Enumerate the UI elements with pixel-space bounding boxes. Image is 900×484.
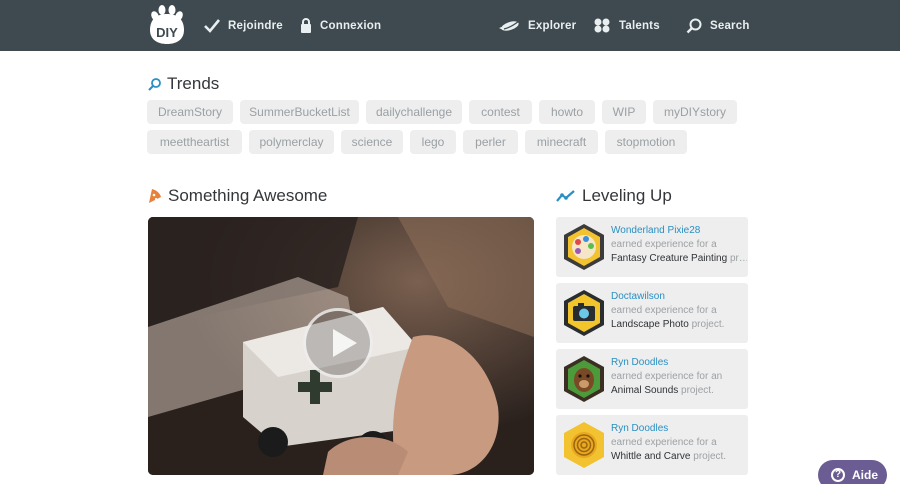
nav-search[interactable]: Search <box>686 0 750 51</box>
help-button[interactable]: ? Aide <box>818 460 887 484</box>
card-user-link[interactable]: Wonderland Pixie28 <box>611 224 747 238</box>
wood-rings-badge-icon <box>564 422 604 468</box>
leveling-card[interactable]: Wonderland Pixie28 earned experience for… <box>556 217 748 277</box>
play-button[interactable] <box>303 308 373 378</box>
card-user-link[interactable]: Doctawilson <box>611 290 747 304</box>
trending-up-icon <box>556 190 575 202</box>
trend-tag[interactable]: science <box>341 130 403 154</box>
talents-icon <box>594 18 610 33</box>
trend-tag[interactable]: stopmotion <box>605 130 687 154</box>
card-text: earned experience for an <box>611 371 723 382</box>
lock-icon <box>301 18 311 33</box>
trends-title: Trends <box>167 74 220 93</box>
check-icon <box>204 18 220 33</box>
awesome-title: Something Awesome <box>168 186 328 205</box>
help-label: Aide <box>852 468 879 482</box>
card-suffix: project. <box>690 451 727 462</box>
card-text: earned experience for a <box>611 305 717 316</box>
card-text: earned experience for a <box>611 437 717 448</box>
leveling-card[interactable]: Ryn Doodles earned experience for an Ani… <box>556 349 748 409</box>
card-project-link[interactable]: Whittle and Carve <box>611 451 690 462</box>
card-suffix: pr… <box>727 253 747 264</box>
trend-tag[interactable]: howto <box>539 100 595 124</box>
card-project-link[interactable]: Animal Sounds <box>611 385 678 396</box>
nav-explore-label: Explorer <box>528 19 577 32</box>
trend-tag[interactable]: lego <box>410 130 456 154</box>
nav-search-label: Search <box>710 19 750 32</box>
card-user-link[interactable]: Ryn Doodles <box>611 422 747 436</box>
help-icon: ? <box>831 468 845 482</box>
trend-tag[interactable]: dailychallenge <box>366 100 462 124</box>
play-icon <box>333 329 357 357</box>
trend-tag[interactable]: polymerclay <box>249 130 334 154</box>
trend-tag[interactable]: DreamStory <box>147 100 233 124</box>
paint-palette-badge-icon <box>564 224 604 270</box>
diy-logo-icon[interactable]: DIY <box>146 4 188 46</box>
nav-login[interactable]: Connexion <box>300 0 381 51</box>
trends-heading: Trends <box>148 74 219 94</box>
trend-tag[interactable]: perler <box>463 130 518 154</box>
search-icon <box>686 18 702 33</box>
nav-login-label: Connexion <box>320 19 382 32</box>
trend-tag[interactable]: minecraft <box>525 130 598 154</box>
nav-join-label: Rejoindre <box>228 19 283 32</box>
pizza-slice-icon <box>149 189 161 203</box>
search-icon <box>148 77 161 91</box>
trend-tag[interactable]: SummerBucketList <box>240 100 359 124</box>
card-suffix: project. <box>688 319 725 330</box>
trend-tag[interactable]: WIP <box>602 100 646 124</box>
awesome-heading: Something Awesome <box>148 186 327 206</box>
camera-badge-icon <box>564 290 604 336</box>
card-suffix: project. <box>678 385 714 396</box>
card-project-link[interactable]: Landscape Photo <box>611 319 689 330</box>
card-user-link[interactable]: Ryn Doodles <box>611 356 747 370</box>
card-text: earned experience for a <box>611 239 717 250</box>
card-project-link[interactable]: Fantasy Creature Painting <box>611 253 727 264</box>
nav-talents[interactable]: Talents <box>593 0 660 51</box>
rocket-icon <box>499 20 520 31</box>
trend-tag[interactable]: contest <box>469 100 532 124</box>
svg-text:DIY: DIY <box>156 25 178 40</box>
leveling-card[interactable]: Doctawilson earned experience for a Land… <box>556 283 748 343</box>
nav-talents-label: Talents <box>619 19 660 32</box>
trend-tag[interactable]: meettheartist <box>147 130 242 154</box>
leveling-card[interactable]: Ryn Doodles earned experience for a Whit… <box>556 415 748 475</box>
leveling-heading: Leveling Up <box>556 186 672 206</box>
trend-tag[interactable]: myDIYstory <box>653 100 737 124</box>
animal-badge-icon <box>564 356 604 402</box>
top-navigation-bar: DIY Rejoindre Connexion Explorer Talents… <box>0 0 900 51</box>
nav-explore[interactable]: Explorer <box>498 0 576 51</box>
leveling-title: Leveling Up <box>582 186 672 205</box>
nav-join[interactable]: Rejoindre <box>204 0 283 51</box>
